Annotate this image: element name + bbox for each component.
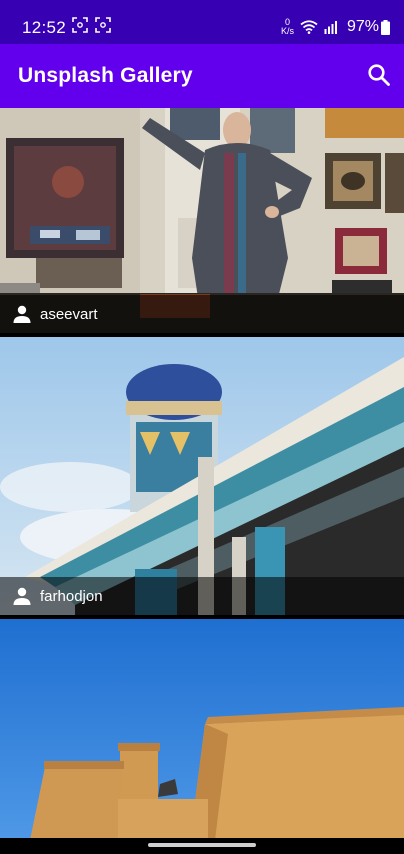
gesture-handle[interactable] bbox=[148, 843, 256, 847]
status-time: 12:52 bbox=[22, 18, 67, 37]
author-name: farhodjon bbox=[40, 587, 103, 605]
author-bar: farhodjon bbox=[0, 577, 404, 615]
status-bar: 12:52 0 K/s 97% bbox=[0, 0, 404, 44]
author-name: aseevart bbox=[40, 305, 98, 323]
wifi-icon bbox=[300, 20, 318, 34]
page-title: Unsplash Gallery bbox=[18, 64, 193, 87]
battery-level: 97% bbox=[347, 18, 390, 36]
status-system-icons: 0 K/s bbox=[281, 18, 338, 36]
photo-image bbox=[0, 619, 404, 840]
person-icon bbox=[13, 305, 31, 323]
photo-image bbox=[0, 337, 404, 615]
photo-card[interactable]: farhodjon bbox=[0, 337, 404, 615]
author-bar: aseevart bbox=[0, 295, 404, 333]
navigation-bar bbox=[0, 838, 404, 854]
search-icon[interactable] bbox=[366, 62, 392, 88]
battery-icon bbox=[381, 19, 390, 35]
network-speed: 0 K/s bbox=[280, 17, 294, 36]
person-icon bbox=[13, 587, 31, 605]
status-notification-icons bbox=[72, 17, 111, 33]
photo-card[interactable] bbox=[0, 619, 404, 840]
photo-list[interactable]: aseevart farhodjon bbox=[0, 108, 404, 840]
photo-card[interactable]: aseevart bbox=[0, 108, 404, 333]
screenshot-icon bbox=[72, 17, 88, 33]
signal-icon bbox=[324, 21, 337, 34]
screenshot-icon bbox=[95, 17, 111, 33]
app-bar: Unsplash Gallery bbox=[0, 44, 404, 108]
